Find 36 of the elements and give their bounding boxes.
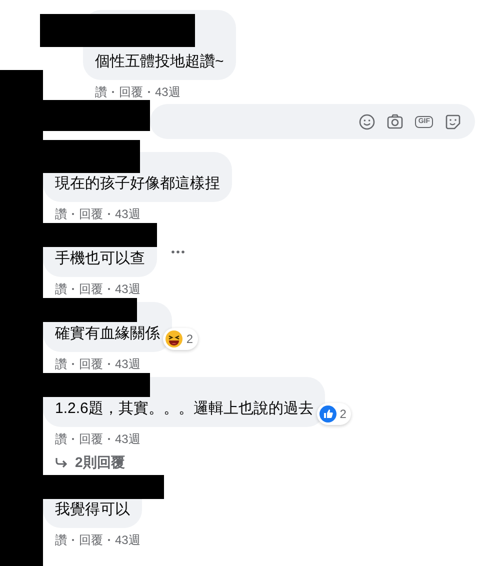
comment-text: 1.2.6題，其實。。。邏輯上也說的過去 [55,399,314,419]
comment-time: 43週 [115,356,140,373]
reply-link[interactable]: 回覆 [79,430,103,448]
comment-text: 個性五體投地超讚~ [95,52,224,72]
comment-time: 43週 [115,532,140,549]
reply-arrow-icon [55,456,67,468]
reply-link[interactable]: 回覆 [79,531,103,549]
like-link[interactable]: 讚 [55,205,67,223]
comment-text: 現在的孩子好像都這樣捏 [55,174,220,194]
thumbs-up-icon [318,405,337,423]
reply-link[interactable]: 回覆 [119,83,143,101]
like-link[interactable]: 讚 [55,531,67,549]
emoji-icon[interactable] [359,114,376,130]
more-options-icon[interactable] [171,250,185,254]
camera-icon[interactable] [387,114,404,129]
comment-text: 我覺得可以 [55,500,130,520]
like-link[interactable]: 讚 [55,430,67,448]
reply-link[interactable]: 回覆 [79,205,103,223]
reaction-badge[interactable]: 2 [163,328,198,350]
comment-text: 手機也可以查 [55,249,145,269]
laughing-face-icon [165,330,184,348]
sticker-icon[interactable] [445,114,461,130]
reply-link[interactable]: 回覆 [79,280,103,298]
reaction-count: 2 [186,331,193,348]
comment-time: 43週 [155,84,180,101]
comment-time: 43週 [115,281,140,298]
comment-text: 確實有血緣關係 [55,324,160,344]
comment-time: 43週 [115,206,140,223]
reply-link[interactable]: 回覆 [79,355,103,373]
reaction-count: 2 [340,406,346,423]
reaction-badge[interactable]: 2 [316,403,352,425]
like-link[interactable]: 讚 [55,280,67,298]
like-link[interactable]: 讚 [55,355,67,373]
comment-time: 43週 [115,431,140,448]
like-link[interactable]: 讚 [95,83,107,101]
view-replies-link[interactable]: 2則回覆 [55,451,125,473]
